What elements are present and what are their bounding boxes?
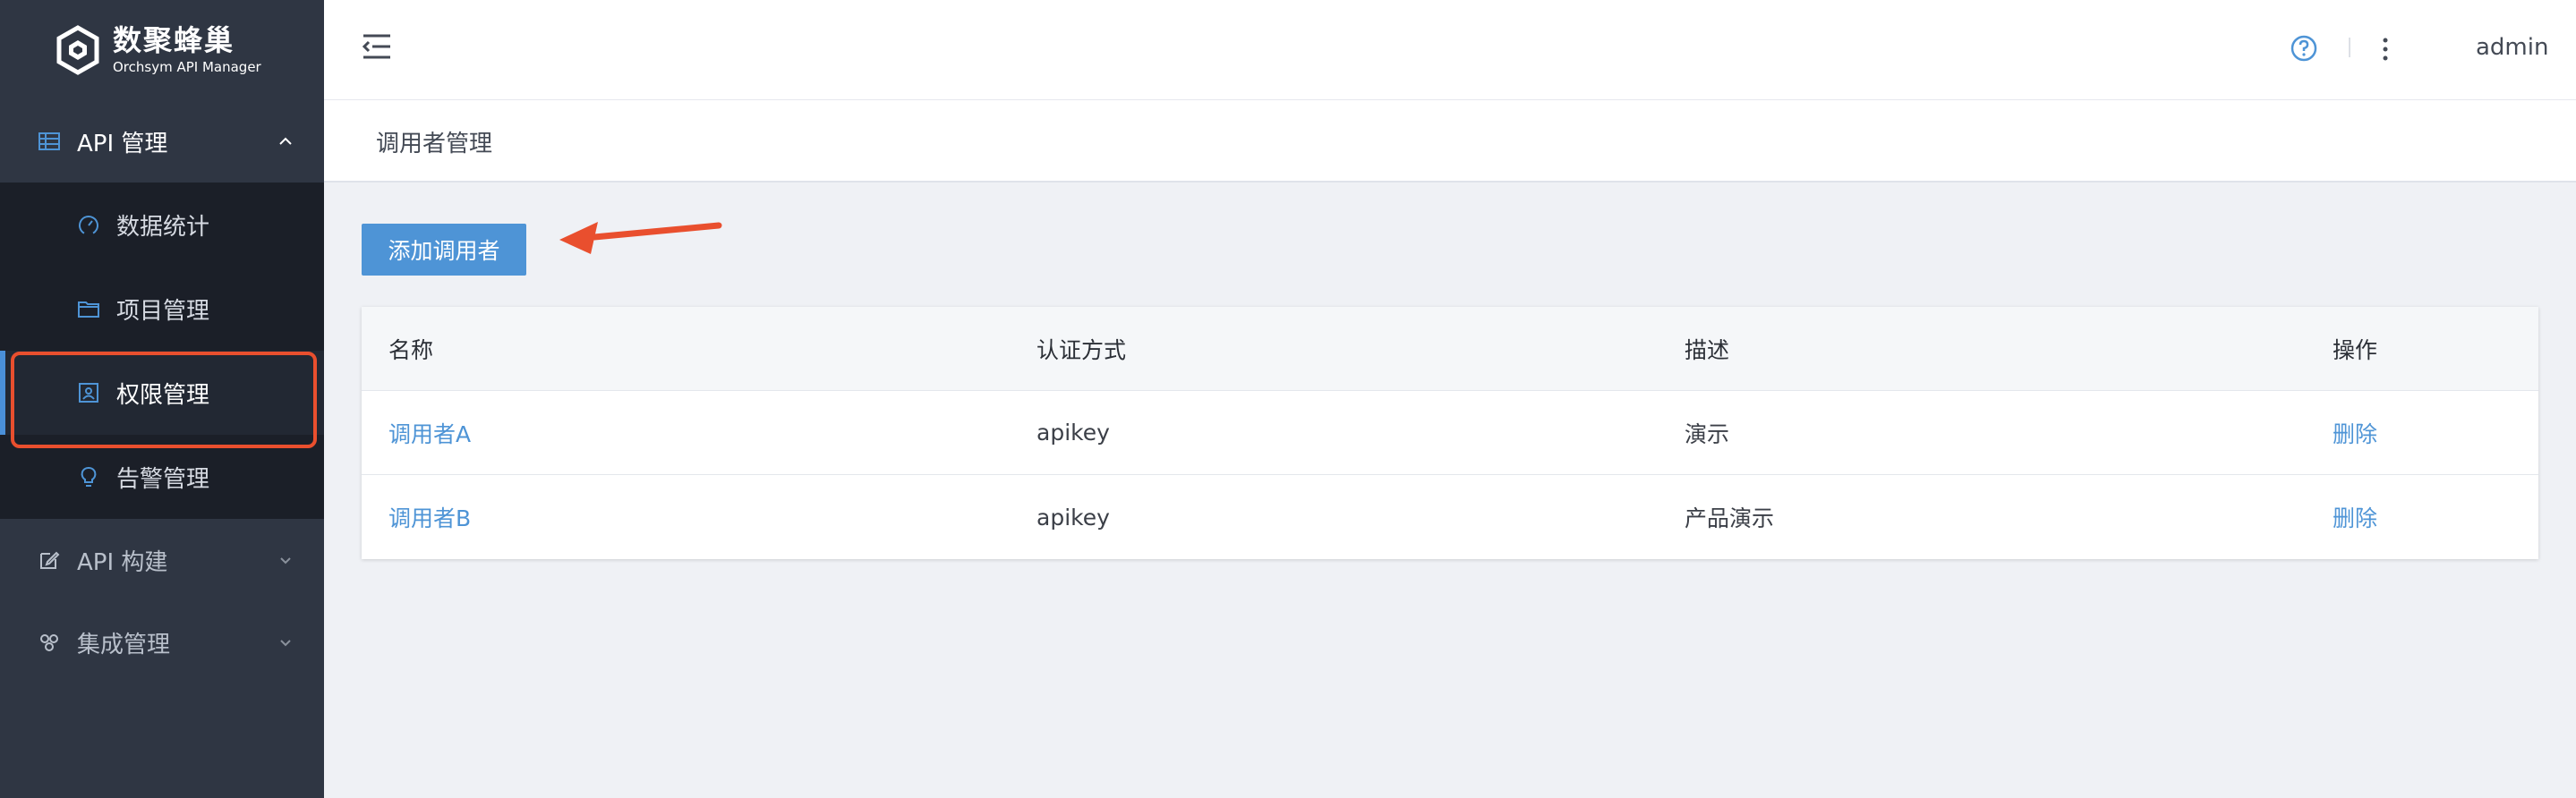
- logo[interactable]: 数聚蜂巢 Orchsym API Manager: [0, 0, 324, 100]
- sidebar: 数聚蜂巢 Orchsym API Manager API 管理 数据统计 项目管…: [0, 0, 324, 798]
- menu-collapse-icon[interactable]: [362, 32, 392, 61]
- breadcrumb-bar: 调用者管理: [324, 100, 2576, 183]
- menu-group-label: API 构建: [77, 548, 168, 576]
- sidebar-item-alerts[interactable]: 告警管理: [0, 435, 324, 519]
- bulb-icon: [81, 467, 97, 487]
- auth-method: apikey: [1036, 420, 1110, 446]
- chevron-down-icon: [280, 640, 291, 647]
- chevron-up-icon: [279, 137, 292, 145]
- sidebar-item-label: 权限管理: [116, 381, 210, 409]
- contact-card-icon: [79, 383, 98, 403]
- user-menu[interactable]: admin: [2476, 32, 2548, 63]
- delete-link[interactable]: 删除: [2306, 391, 2538, 474]
- sidebar-item-label: 数据统计: [116, 213, 210, 241]
- column-header-action: 操作: [2333, 336, 2378, 363]
- column-header-name: 名称: [388, 336, 434, 363]
- caller-name-link[interactable]: 调用者B: [362, 475, 1010, 559]
- sidebar-item-label: 项目管理: [116, 297, 210, 325]
- help-icon[interactable]: [2290, 34, 2318, 63]
- callers-table: 名称 认证方式 描述 操作 调用者A apikey 演示 删除 调用者B api…: [362, 307, 2538, 559]
- sidebar-item-permissions[interactable]: 权限管理: [0, 351, 324, 435]
- column-header-auth: 认证方式: [1036, 336, 1127, 363]
- header-divider: [2349, 38, 2350, 57]
- folder-icon: [78, 301, 99, 318]
- logo-icon: [56, 25, 99, 75]
- cluster-icon: [40, 634, 58, 651]
- table-header: 名称 认证方式 描述 操作: [362, 307, 2538, 391]
- table-row: 调用者B apikey 产品演示 删除: [362, 475, 2538, 559]
- caller-name-link[interactable]: 调用者A: [362, 391, 1010, 474]
- menu-group-integration[interactable]: 集成管理: [0, 601, 324, 683]
- edit-icon: [40, 551, 60, 569]
- table-icon: [38, 132, 60, 150]
- annotation-arrow: [559, 222, 722, 254]
- breadcrumb: 调用者管理: [376, 131, 493, 157]
- logo-subtitle: Orchsym API Manager: [113, 59, 261, 75]
- description: 演示: [1685, 420, 1730, 447]
- more-vertical-icon[interactable]: [2381, 36, 2390, 63]
- sidebar-item-statistics[interactable]: 数据统计: [0, 183, 324, 267]
- description: 产品演示: [1685, 505, 1775, 531]
- sidebar-item-label: 告警管理: [116, 465, 210, 493]
- menu-group-api-build[interactable]: API 构建: [0, 519, 324, 601]
- logo-title: 数聚蜂巢: [113, 23, 235, 57]
- submenu-api-management: 数据统计 项目管理 权限管理 告警管理: [0, 183, 324, 519]
- delete-link[interactable]: 删除: [2306, 475, 2538, 559]
- auth-method: apikey: [1036, 504, 1110, 531]
- top-header: admin: [324, 0, 2576, 100]
- column-header-desc: 描述: [1685, 336, 1730, 363]
- sidebar-item-projects[interactable]: 项目管理: [0, 267, 324, 351]
- menu-group-api-management[interactable]: API 管理: [0, 100, 324, 183]
- gauge-icon: [79, 216, 98, 235]
- table-row: 调用者A apikey 演示 删除: [362, 391, 2538, 475]
- menu-group-label: API 管理: [77, 130, 168, 157]
- chevron-down-icon: [280, 557, 291, 565]
- add-caller-button[interactable]: 添加调用者: [362, 224, 526, 276]
- menu-group-label: 集成管理: [77, 631, 171, 658]
